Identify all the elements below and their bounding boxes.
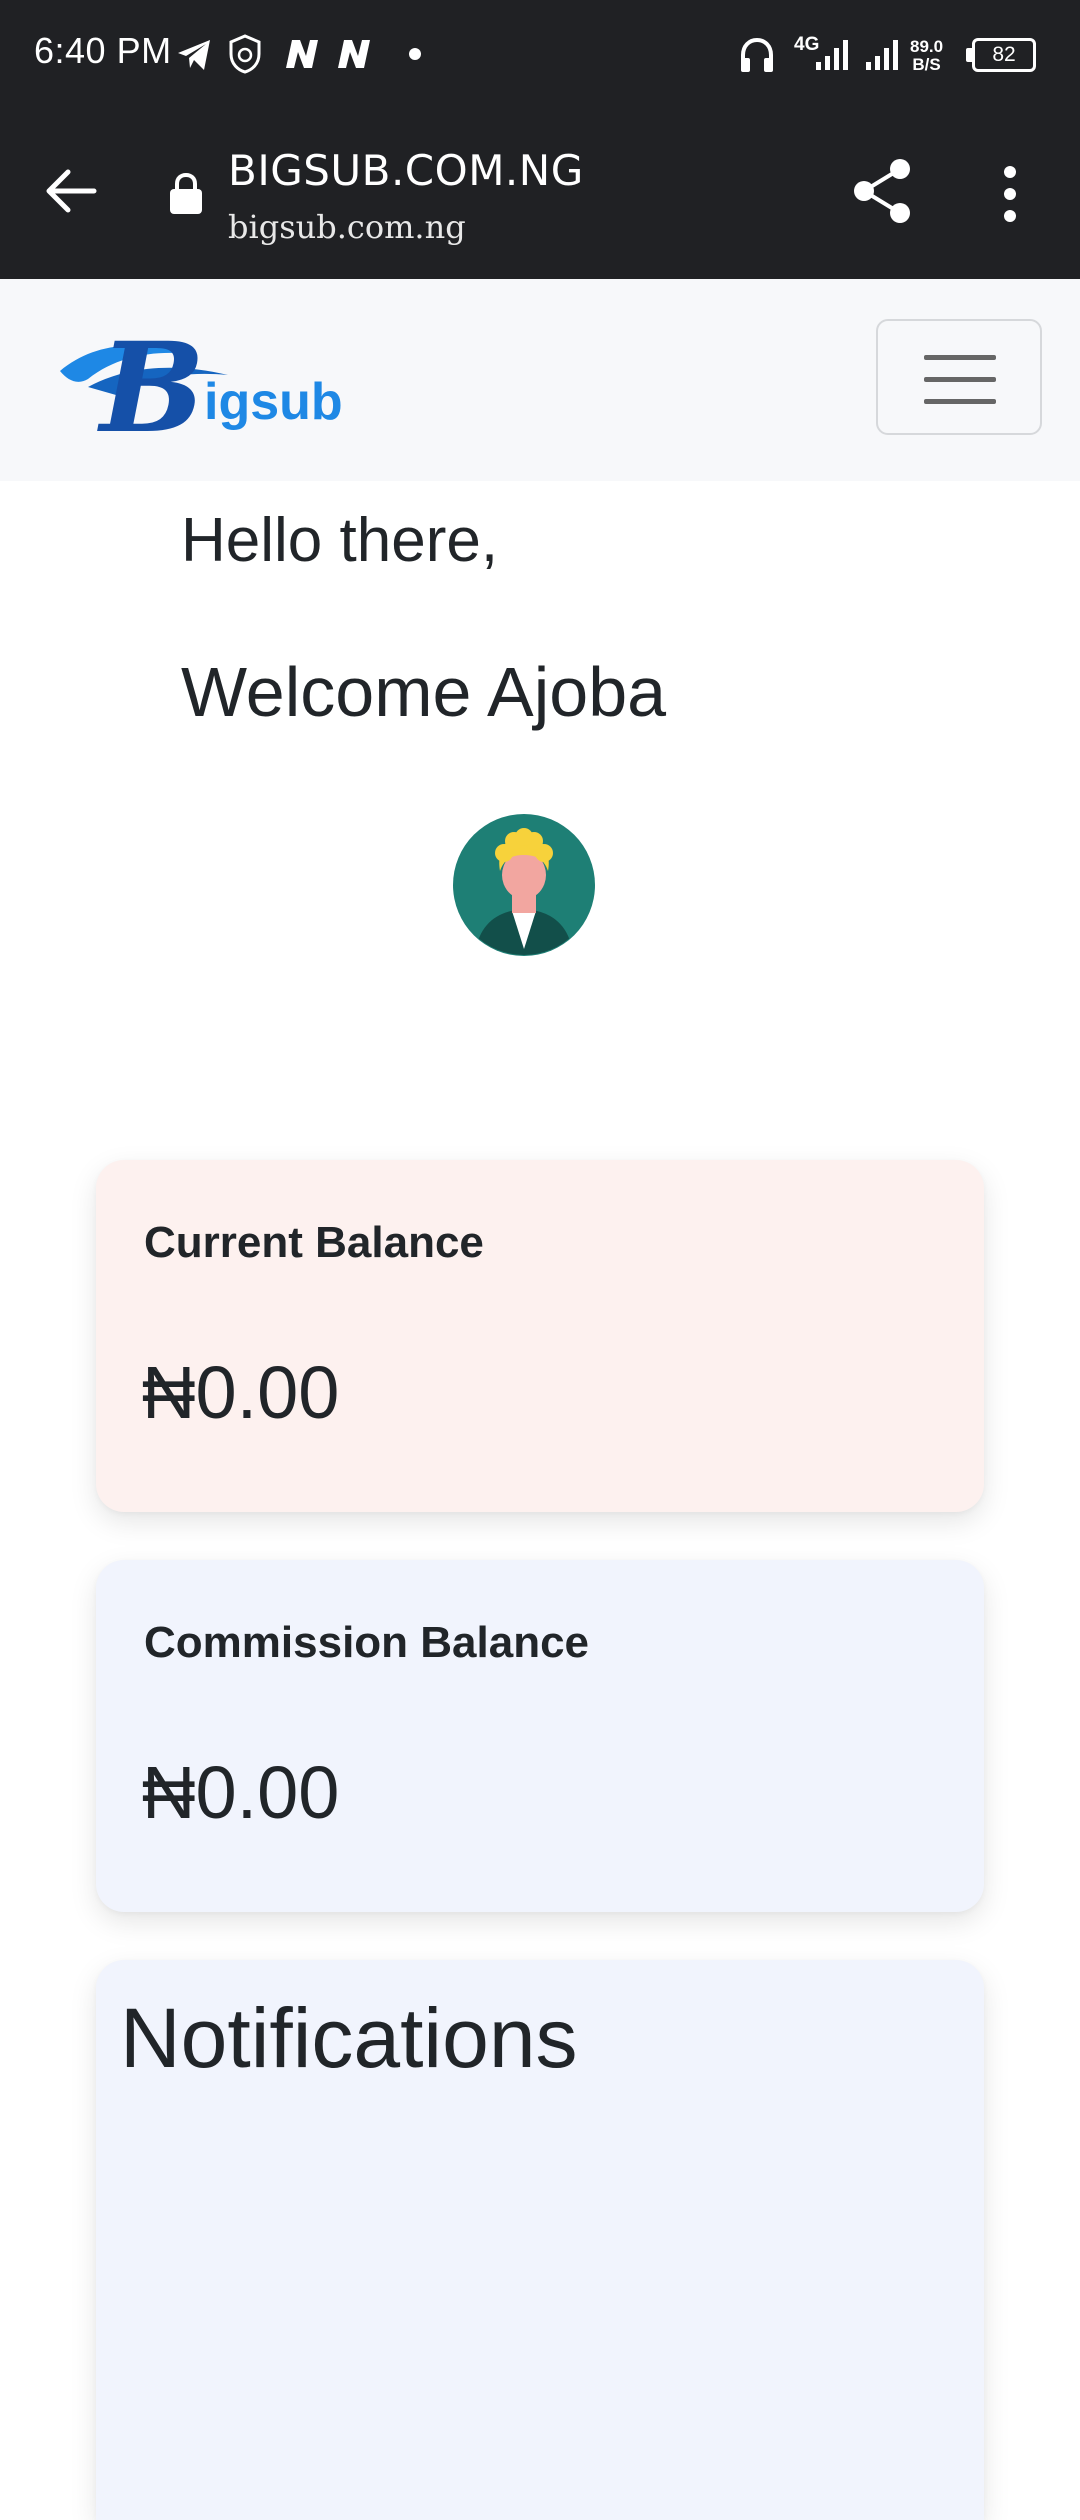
shield-icon	[229, 34, 261, 74]
site-navbar: B igsub	[0, 279, 1080, 481]
n-app-icon	[338, 40, 370, 68]
share-icon[interactable]	[852, 158, 914, 224]
hamburger-line	[924, 355, 996, 360]
battery-level: 82	[992, 43, 1016, 66]
greeting-hello: Hello there,	[181, 506, 499, 575]
browser-toolbar: BIGSUB.COM.NG bigsub.com.ng	[0, 108, 1080, 279]
hamburger-line	[924, 377, 996, 382]
current-balance-card: Current Balance ₦0.00	[96, 1160, 984, 1512]
status-time: 6:40 PM	[34, 30, 172, 71]
commission-balance-value: ₦0.00	[142, 1751, 340, 1834]
net-speed-value: 89.0	[910, 37, 944, 56]
commission-balance-label: Commission Balance	[144, 1618, 590, 1667]
signal-icon	[816, 40, 848, 70]
menu-toggle-button[interactable]	[876, 319, 1042, 435]
notifications-title: Notifications	[120, 1991, 578, 2085]
net-speed: 89.0 B/S	[910, 38, 943, 74]
commission-balance-card: Commission Balance ₦0.00	[96, 1560, 984, 1912]
bigsub-logo[interactable]: B igsub	[58, 319, 358, 437]
n-app-icon	[286, 40, 318, 68]
back-arrow-icon[interactable]	[44, 166, 98, 216]
logo-text: igsub	[204, 373, 343, 431]
telegram-icon	[178, 40, 210, 70]
dot-icon	[409, 48, 421, 60]
notifications-card: Notifications	[96, 1960, 984, 2520]
status-bar: 6:40 PM 4G 89.0 B/S 82	[0, 0, 1080, 108]
headphones-icon	[741, 37, 773, 72]
lock-icon	[170, 172, 202, 214]
net-speed-unit: B/S	[912, 55, 941, 74]
more-vert-icon[interactable]	[998, 164, 1022, 224]
current-balance-label: Current Balance	[144, 1218, 484, 1267]
signal-icon	[866, 40, 898, 70]
hamburger-line	[924, 399, 996, 404]
battery-icon: 82	[966, 38, 1036, 72]
logo-initial: B	[97, 319, 205, 437]
greeting-welcome: Welcome Ajoba	[181, 653, 667, 731]
avatar[interactable]	[452, 813, 596, 957]
current-balance-value: ₦0.00	[142, 1351, 340, 1434]
page-title[interactable]: BIGSUB.COM.NG	[228, 146, 584, 195]
url-text[interactable]: bigsub.com.ng	[228, 208, 466, 246]
